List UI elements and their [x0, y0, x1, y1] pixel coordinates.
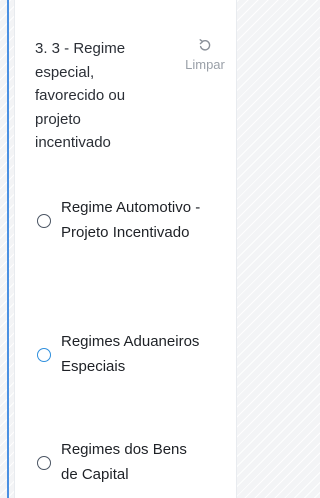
option-regime-automotivo[interactable]: Regime Automotivo - Projeto Incentivado: [35, 196, 235, 245]
radio-button[interactable]: [37, 213, 51, 228]
left-accent-rule: [7, 0, 9, 498]
clear-button[interactable]: Limpar: [177, 38, 233, 72]
option-label: Regime Automotivo - Projeto Incentivado: [61, 199, 201, 241]
undo-arrow-icon: [199, 39, 211, 51]
question-title: 3. 3 - Regime especial, favorecido ou pr…: [35, 40, 126, 151]
option-regimes-bens-capital[interactable]: Regimes dos Bens de Capital: [35, 438, 235, 487]
radio-button[interactable]: [37, 347, 51, 362]
clear-label: Limpar: [185, 57, 225, 72]
radio-button[interactable]: [37, 455, 51, 470]
option-regimes-aduaneiros[interactable]: Regimes Aduaneiros Especiais: [35, 330, 235, 379]
option-label: Regimes dos Bens de Capital: [61, 441, 187, 483]
option-label: Regimes Aduaneiros Especiais: [61, 333, 200, 375]
question-card: 3. 3 - Regime especial, favorecido ou pr…: [14, 0, 237, 498]
